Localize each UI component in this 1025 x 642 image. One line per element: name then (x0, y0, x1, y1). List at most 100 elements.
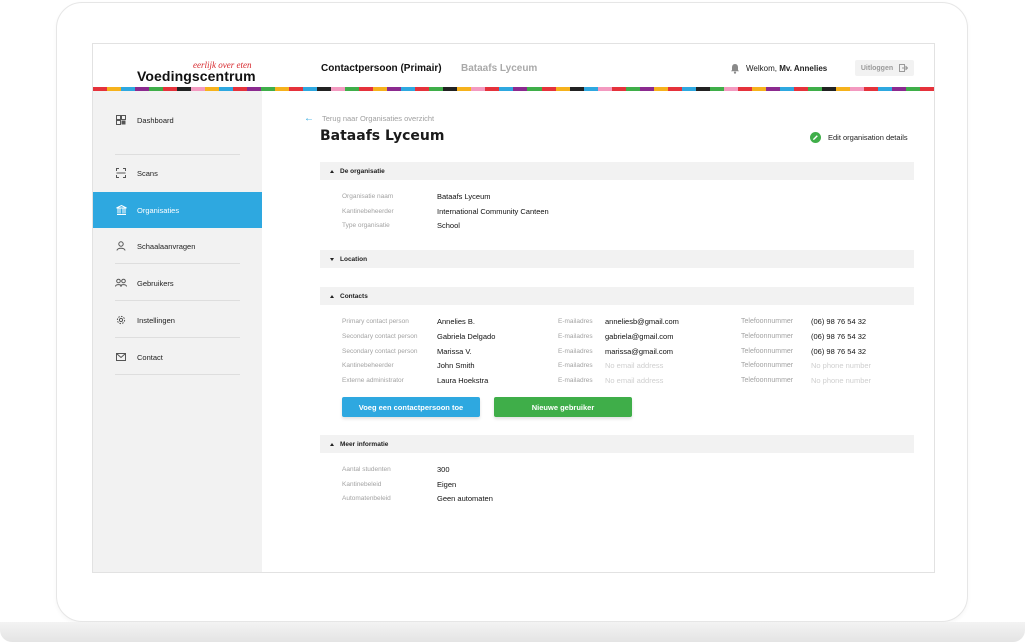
new-user-button[interactable]: Nieuwe gebruiker (494, 397, 632, 417)
top-header: eerlijk over eten Voedingscentrum Contac… (93, 44, 934, 91)
bell-icon[interactable] (730, 63, 740, 74)
phone-label: Telefoonnummer (741, 318, 794, 325)
sidebar-item-label: Schaalaanvragen (137, 241, 196, 251)
contact-email[interactable]: anneliesb@gmail.com (605, 317, 679, 326)
sidebar-item-label: Instellingen (137, 315, 175, 325)
logout-icon (899, 64, 909, 72)
contact-email-empty: No email address (605, 376, 664, 385)
field-value: School (437, 221, 460, 230)
laptop-base (0, 622, 1025, 642)
section-header-organisatie[interactable]: De organisatie (320, 162, 914, 180)
sidebar-item-organisaties[interactable]: Organisaties (93, 192, 262, 228)
gear-icon (115, 314, 127, 326)
contact-name: Annelies B. (437, 317, 475, 326)
expand-icon (330, 257, 334, 261)
contact-phone: (06) 98 76 54 32 (811, 332, 867, 341)
back-link[interactable]: ← Terug naar Organisaties overzicht (304, 113, 434, 124)
section-title: De organisatie (340, 167, 385, 175)
sidebar-divider (115, 300, 240, 301)
sidebar: Dashboard Scans Organisaties Schaalaanvr… (93, 91, 262, 572)
section-title: Location (340, 255, 368, 263)
field-label: Automatenbeleid (342, 495, 391, 502)
contact-role: Primary contact person (342, 318, 409, 325)
sidebar-item-label: Dashboard (137, 115, 174, 125)
edit-organisation-button[interactable]: Edit organisation details (810, 132, 908, 143)
sidebar-item-scans[interactable]: Scans (93, 155, 262, 191)
field-label: Type organisatie (342, 222, 390, 229)
contact-name: Marissa V. (437, 347, 472, 356)
sidebar-item-dashboard[interactable]: Dashboard (93, 102, 262, 138)
contact-phone-empty: No phone number (811, 376, 872, 385)
logo-name: Voedingscentrum (137, 68, 256, 84)
field-value: Geen automaten (437, 494, 493, 503)
section-header-location[interactable]: Location (320, 250, 914, 268)
contact-email-empty: No email address (605, 361, 664, 370)
app-screen: eerlijk over eten Voedingscentrum Contac… (92, 43, 935, 573)
user-request-icon (115, 240, 127, 252)
contact-name: John Smith (437, 361, 475, 370)
welcome-name: Mv. Annelies (779, 64, 828, 73)
users-icon (115, 277, 127, 289)
sidebar-item-label: Scans (137, 168, 158, 178)
phone-label: Telefoonnummer (741, 348, 794, 355)
field-value: Eigen (437, 480, 457, 489)
email-label: E-mailadres (558, 377, 593, 384)
nav-organisation[interactable]: Bataafs Lyceum (461, 63, 537, 74)
sidebar-divider (115, 263, 240, 264)
nav-contactpersoon[interactable]: Contactpersoon (Primair) (321, 63, 442, 74)
email-label: E-mailadres (558, 333, 593, 340)
page-title: Bataafs Lyceum (320, 128, 445, 144)
section-title: Contacts (340, 292, 368, 300)
sidebar-item-label: Gebruikers (137, 278, 174, 288)
contact-role: Secondary contact person (342, 333, 418, 340)
main-content: ← Terug naar Organisaties overzicht Bata… (262, 91, 934, 572)
pencil-icon (810, 132, 821, 143)
sidebar-item-gebruikers[interactable]: Gebruikers (93, 265, 262, 301)
contact-name: Laura Hoekstra (437, 376, 489, 385)
logout-button[interactable]: Uitloggen (855, 60, 914, 76)
field-value: Bataafs Lyceum (437, 192, 491, 201)
sidebar-item-label: Organisaties (137, 205, 180, 215)
welcome-prefix: Welkom, (746, 64, 780, 73)
dashboard-icon (115, 114, 127, 126)
collapse-icon (330, 169, 334, 173)
section-header-meer-informatie[interactable]: Meer informatie (320, 435, 914, 453)
contact-role: Secondary contact person (342, 348, 418, 355)
logout-label: Uitloggen (860, 64, 894, 72)
phone-label: Telefoonnummer (741, 333, 794, 340)
contact-role: Kantinebeheerder (342, 362, 394, 369)
sidebar-item-instellingen[interactable]: Instellingen (93, 302, 262, 338)
phone-label: Telefoonnummer (741, 377, 794, 384)
welcome-text: Welkom, Mv. Annelies (746, 64, 827, 73)
contact-role: Externe administrator (342, 377, 404, 384)
scan-icon (115, 167, 127, 179)
edit-label: Edit organisation details (828, 133, 908, 142)
contact-email[interactable]: marissa@gmail.com (605, 347, 673, 356)
building-icon (115, 204, 127, 216)
field-label: Aantal studenten (342, 466, 391, 473)
contact-email[interactable]: gabriela@gmail.com (605, 332, 673, 341)
field-value: International Community Canteen (437, 207, 549, 216)
field-label: Organisatie naam (342, 193, 394, 200)
collapse-icon (330, 442, 334, 446)
field-label: Kantinebeleid (342, 481, 382, 488)
section-title: Meer informatie (340, 440, 389, 448)
sidebar-item-schaalaanvragen[interactable]: Schaalaanvragen (93, 228, 262, 264)
section-header-contacts[interactable]: Contacts (320, 287, 914, 305)
contact-phone-empty: No phone number (811, 361, 872, 370)
back-link-label: Terug naar Organisaties overzicht (322, 114, 435, 123)
sidebar-divider (115, 374, 240, 375)
field-value: 300 (437, 465, 450, 474)
field-label: Kantinebeheerder (342, 208, 394, 215)
sidebar-divider (115, 337, 240, 338)
sidebar-item-contact[interactable]: Contact (93, 339, 262, 375)
contact-phone: (06) 98 76 54 32 (811, 347, 867, 356)
sidebar-item-label: Contact (137, 352, 163, 362)
email-label: E-mailadres (558, 348, 593, 355)
email-label: E-mailadres (558, 318, 593, 325)
contact-name: Gabriela Delgado (437, 332, 496, 341)
mail-icon (115, 351, 127, 363)
add-contact-button[interactable]: Voeg een contactpersoon toe (342, 397, 480, 417)
collapse-icon (330, 294, 334, 298)
contact-phone: (06) 98 76 54 32 (811, 317, 867, 326)
